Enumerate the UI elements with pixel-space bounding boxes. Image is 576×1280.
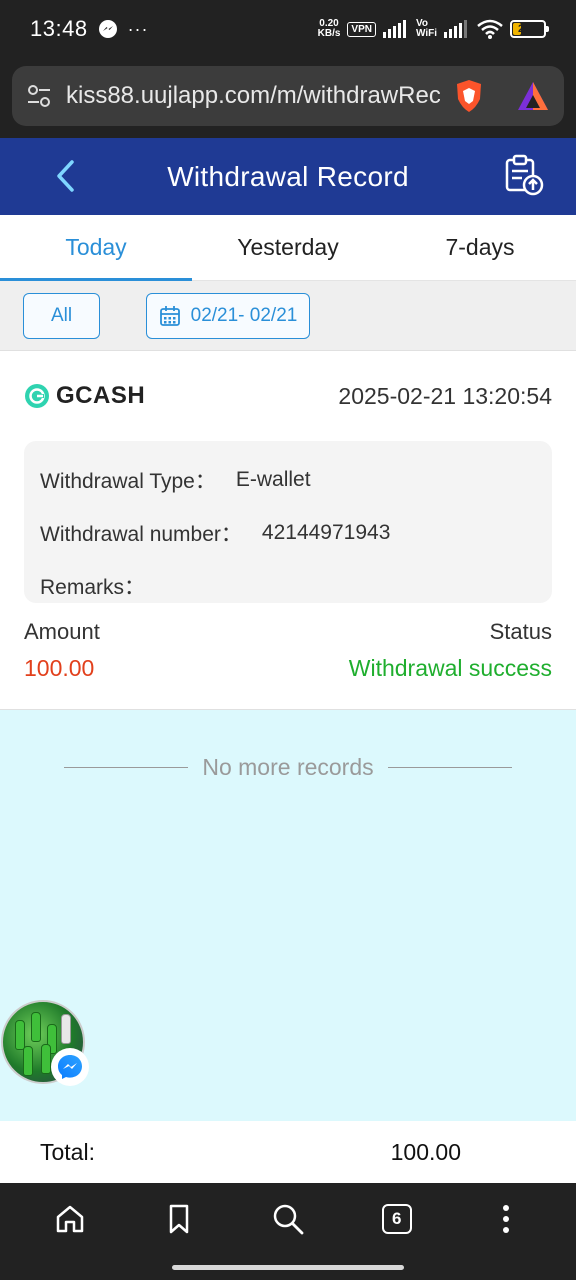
- amount-column: Amount 100.00: [24, 619, 100, 682]
- home-icon: [57, 1205, 84, 1233]
- divider-right: [387, 767, 512, 768]
- amount-value: 100.00: [24, 655, 95, 681]
- avatar-bottle: [23, 1046, 33, 1076]
- battery-level: 25: [518, 23, 531, 35]
- home-button[interactable]: [50, 1199, 90, 1239]
- withdrawal-type-row: Withdrawal Type： E-wallet: [40, 453, 536, 506]
- avatar-bottle: [15, 1020, 25, 1050]
- messenger-logo-icon: [58, 1055, 82, 1079]
- tabs-button[interactable]: 6: [377, 1199, 417, 1239]
- rewards-triangle-icon[interactable]: [516, 79, 550, 113]
- net-speed-unit: KB/s: [317, 28, 341, 39]
- net-speed: 0.20 KB/s: [318, 19, 341, 39]
- tab-count-icon: 6: [381, 1204, 412, 1234]
- remarks-row: Remarks：: [40, 559, 536, 612]
- withdrawal-number-label: Withdrawal number：: [40, 522, 242, 546]
- withdrawal-type-label: Withdrawal Type：: [40, 469, 216, 493]
- payment-method: GCASH: [24, 382, 145, 410]
- browser-bottom-nav: 6: [0, 1183, 576, 1280]
- total-label: Total:: [40, 1138, 95, 1165]
- payment-method-name: GCASH: [56, 382, 146, 409]
- browser-toolbar: kiss88.uujlapp.com/m/withdrawRecord: [0, 58, 576, 138]
- remarks-label: Remarks：: [40, 575, 146, 599]
- status-value: Withdrawal success: [348, 655, 552, 681]
- withdrawal-type-value: E-wallet: [235, 467, 311, 491]
- vpn-badge: VPN: [347, 21, 376, 37]
- status-label: Status: [489, 619, 552, 644]
- clipboard-upload-button[interactable]: [502, 154, 546, 198]
- amount-status-row: Amount 100.00 Status Withdrawal success: [24, 619, 552, 682]
- record-details: Withdrawal Type： E-wallet Withdrawal num…: [24, 441, 552, 603]
- bookmarks-button[interactable]: [159, 1199, 199, 1239]
- brave-shield-icon[interactable]: [454, 79, 484, 113]
- status-column: Status Withdrawal success: [349, 619, 552, 682]
- signal-icon: [382, 20, 406, 38]
- menu-button[interactable]: [486, 1199, 526, 1239]
- avatar-bottle: [41, 1044, 51, 1074]
- address-bar[interactable]: kiss88.uujlapp.com/m/withdrawRecord: [12, 66, 564, 126]
- withdrawal-number-value: 42144971943: [261, 520, 391, 544]
- tab-7-days[interactable]: 7-days: [384, 215, 576, 280]
- filter-all-button[interactable]: All: [23, 292, 100, 339]
- wifi-icon: [477, 19, 503, 39]
- bookmark-icon: [169, 1204, 189, 1234]
- date-tabs: Today Yesterday 7-days: [0, 215, 576, 281]
- app-header: Withdrawal Record: [0, 138, 576, 215]
- total-value: 100.00: [390, 1138, 461, 1165]
- more-icon: ···: [127, 18, 149, 39]
- no-more-records-text: No more records: [202, 754, 374, 780]
- record-header: GCASH 2025-02-21 13:20:54: [24, 351, 552, 441]
- messenger-badge: [51, 1048, 89, 1086]
- wifi-text: WiFi: [415, 28, 437, 39]
- divider-left: [64, 767, 189, 768]
- record-datetime: 2025-02-21 13:20:54: [338, 382, 552, 409]
- gcash-logo-icon: [25, 384, 49, 408]
- date-range-button[interactable]: 02/21- 02/21: [146, 292, 310, 339]
- status-bar: 13:48 ··· 0.20 KB/s VPN Vo WiFi 25: [0, 0, 576, 58]
- total-bar: Total: 100.00: [0, 1121, 576, 1183]
- search-icon: [273, 1204, 304, 1235]
- withdrawal-record-card: GCASH 2025-02-21 13:20:54 Withdrawal Typ…: [0, 351, 576, 710]
- messenger-icon: [98, 20, 117, 38]
- avatar-bottle: [61, 1014, 71, 1044]
- calendar-icon: [159, 305, 180, 326]
- more-vertical-icon: [502, 1205, 509, 1233]
- page-title: Withdrawal Record: [167, 160, 409, 192]
- withdrawal-number-row: Withdrawal number： 42144971943: [40, 506, 536, 559]
- battery-icon: 25: [510, 20, 549, 38]
- clipboard-upload-icon: [505, 154, 544, 196]
- date-range-text: 02/21- 02/21: [190, 304, 298, 326]
- chevron-left-icon: [57, 160, 74, 192]
- home-indicator[interactable]: [172, 1265, 404, 1270]
- amount-label: Amount: [24, 619, 100, 644]
- url-text[interactable]: kiss88.uujlapp.com/m/withdrawRecord: [66, 82, 440, 110]
- site-settings-icon[interactable]: [26, 83, 52, 109]
- status-time: 13:48: [30, 16, 88, 41]
- filter-bar: All 02/21- 02/21: [0, 281, 576, 351]
- no-more-records: No more records: [64, 754, 512, 781]
- tab-yesterday[interactable]: Yesterday: [192, 215, 384, 280]
- back-button[interactable]: [46, 156, 86, 196]
- search-button[interactable]: [268, 1199, 308, 1239]
- messenger-chat-head[interactable]: [1, 1000, 89, 1086]
- avatar-bottle: [31, 1012, 41, 1042]
- tab-today[interactable]: Today: [0, 215, 192, 281]
- vowifi-badge: Vo WiFi: [416, 19, 437, 39]
- signal-icon-2: [444, 20, 467, 38]
